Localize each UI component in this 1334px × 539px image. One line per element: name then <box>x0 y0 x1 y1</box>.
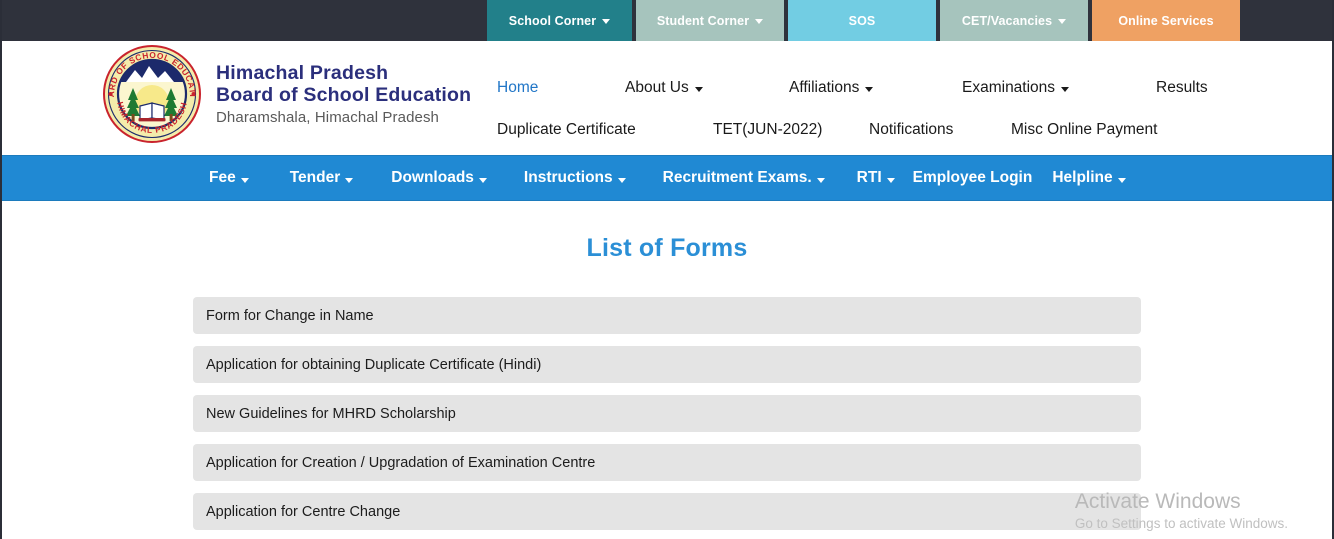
chevron-down-icon <box>1117 177 1126 183</box>
chevron-down-icon <box>602 19 611 24</box>
chevron-down-icon <box>816 177 825 183</box>
top-tile-online-services-label: Online Services <box>1118 13 1214 28</box>
nav-item-examinations[interactable]: Examinations <box>962 79 1156 97</box>
list-item-label: New Guidelines for MHRD Scholarship <box>206 405 456 422</box>
blue-nav-item-tender[interactable]: Tender <box>290 169 354 187</box>
blue-nav-item-recruitment-exams-label: Recruitment Exams. <box>662 169 812 186</box>
nav-item-tet-jun-2022[interactable]: TET(JUN-2022) <box>713 121 869 139</box>
list-item-label: Application for obtaining Duplicate Cert… <box>206 356 542 373</box>
chevron-down-icon <box>865 87 874 92</box>
nav-item-about-us-label: About Us <box>625 78 689 96</box>
chevron-down-icon <box>1061 87 1070 92</box>
main-nav-row-1: Home About Us Affiliations Examinations … <box>497 68 1257 107</box>
nav-item-home[interactable]: Home <box>497 79 625 97</box>
nav-item-misc-online-payment-label: Misc Online Payment <box>1011 120 1158 138</box>
chevron-down-icon <box>240 177 249 183</box>
main-nav-row-2: Duplicate Certificate TET(JUN-2022) Noti… <box>497 107 1257 152</box>
nav-item-affiliations[interactable]: Affiliations <box>789 79 962 97</box>
chevron-down-icon <box>617 177 626 183</box>
chevron-down-icon <box>694 87 703 92</box>
nav-item-affiliations-label: Affiliations <box>789 78 860 96</box>
brand-line-2: Board of School Education <box>216 84 472 106</box>
blue-nav-item-helpline[interactable]: Helpline <box>1052 169 1126 187</box>
blue-nav-item-helpline-label: Helpline <box>1052 169 1113 186</box>
watermark-subtitle: Go to Settings to activate Windows. <box>1074 515 1288 531</box>
chevron-down-icon <box>886 177 895 183</box>
top-tile-sos-label: SOS <box>848 13 876 28</box>
nav-item-duplicate-certificate[interactable]: Duplicate Certificate <box>497 121 713 139</box>
nav-item-results[interactable]: Results <box>1156 79 1208 97</box>
blue-nav-item-fee[interactable]: Fee <box>209 169 249 187</box>
chevron-down-icon <box>478 177 487 183</box>
blue-nav-item-instructions-label: Instructions <box>523 169 613 186</box>
blue-nav-item-rti[interactable]: RTI <box>857 169 895 187</box>
brand-text: Himachal Pradesh Board of School Educati… <box>216 62 471 127</box>
top-tile-school-corner-label: School Corner <box>508 13 597 28</box>
blue-nav-item-downloads[interactable]: Downloads <box>391 169 487 187</box>
windows-activation-watermark: Activate Windows Go to Settings to activ… <box>1075 489 1288 533</box>
main-navigation: Home About Us Affiliations Examinations … <box>497 68 1257 152</box>
list-item[interactable]: Form for Change in Name <box>193 297 1141 334</box>
nav-item-about-us[interactable]: About Us <box>625 79 789 97</box>
chevron-down-icon <box>1058 19 1067 24</box>
watermark-title: Activate Windows <box>1074 489 1241 513</box>
list-item-label: Application for Creation / Upgradation o… <box>206 454 596 471</box>
list-item-label: Application for Centre Change <box>206 503 401 520</box>
blue-nav-item-employee-login[interactable]: Employee Login <box>913 169 1033 187</box>
nav-item-notifications[interactable]: Notifications <box>869 121 1011 139</box>
top-utility-bar: School Corner Student Corner SOS CET/Vac… <box>2 0 1332 41</box>
nav-item-notifications-label: Notifications <box>869 120 954 138</box>
list-item[interactable]: Application for Creation / Upgradation o… <box>193 444 1141 481</box>
list-item[interactable]: Application for Centre Change <box>193 493 1141 530</box>
chevron-down-icon <box>345 177 354 183</box>
brand-line-3: Dharamshala, Himachal Pradesh <box>216 109 439 127</box>
board-seal-logo-icon: BOARD OF SCHOOL EDUCATION HIMACHAL PRADE… <box>102 44 202 144</box>
list-item[interactable]: New Guidelines for MHRD Scholarship <box>193 395 1141 432</box>
page-root: School Corner Student Corner SOS CET/Vac… <box>0 0 1334 539</box>
list-item[interactable]: Application for obtaining Duplicate Cert… <box>193 346 1141 383</box>
blue-nav-item-employee-login-label: Employee Login <box>912 169 1033 186</box>
nav-item-misc-online-payment[interactable]: Misc Online Payment <box>1011 121 1157 139</box>
top-tile-student-corner-label: Student Corner <box>656 13 750 28</box>
brand-line-1: Himachal Pradesh <box>216 61 389 84</box>
forms-list: Form for Change in Name Application for … <box>193 297 1141 530</box>
nav-item-home-label: Home <box>497 78 539 96</box>
list-item-label: Form for Change in Name <box>206 307 374 324</box>
secondary-navigation-bar: Fee Tender Downloads Instructions Recrui… <box>2 155 1332 201</box>
top-tile-school-corner[interactable]: School Corner <box>487 0 632 41</box>
blue-nav-item-tender-label: Tender <box>289 169 341 186</box>
site-header: BOARD OF SCHOOL EDUCATION HIMACHAL PRADE… <box>2 41 1332 155</box>
nav-item-examinations-label: Examinations <box>962 78 1056 96</box>
nav-item-duplicate-certificate-label: Duplicate Certificate <box>497 120 636 138</box>
blue-nav-item-fee-label: Fee <box>209 169 236 186</box>
top-tile-cet-vacancies[interactable]: CET/Vacancies <box>940 0 1088 41</box>
nav-item-results-label: Results <box>1156 78 1208 96</box>
nav-item-tet-jun-2022-label: TET(JUN-2022) <box>713 120 823 138</box>
chevron-down-icon <box>755 19 764 24</box>
top-tile-online-services[interactable]: Online Services <box>1092 0 1240 41</box>
top-tile-cet-vacancies-label: CET/Vacancies <box>961 13 1053 28</box>
blue-nav-item-downloads-label: Downloads <box>391 169 474 186</box>
blue-nav-item-rti-label: RTI <box>856 169 882 186</box>
blue-nav-item-instructions[interactable]: Instructions <box>524 169 626 187</box>
top-tile-student-corner[interactable]: Student Corner <box>636 0 784 41</box>
top-tile-sos[interactable]: SOS <box>788 0 936 41</box>
page-title: List of Forms <box>586 234 748 262</box>
blue-nav-item-recruitment-exams[interactable]: Recruitment Exams. <box>663 169 825 187</box>
brand-block[interactable]: BOARD OF SCHOOL EDUCATION HIMACHAL PRADE… <box>102 44 471 144</box>
